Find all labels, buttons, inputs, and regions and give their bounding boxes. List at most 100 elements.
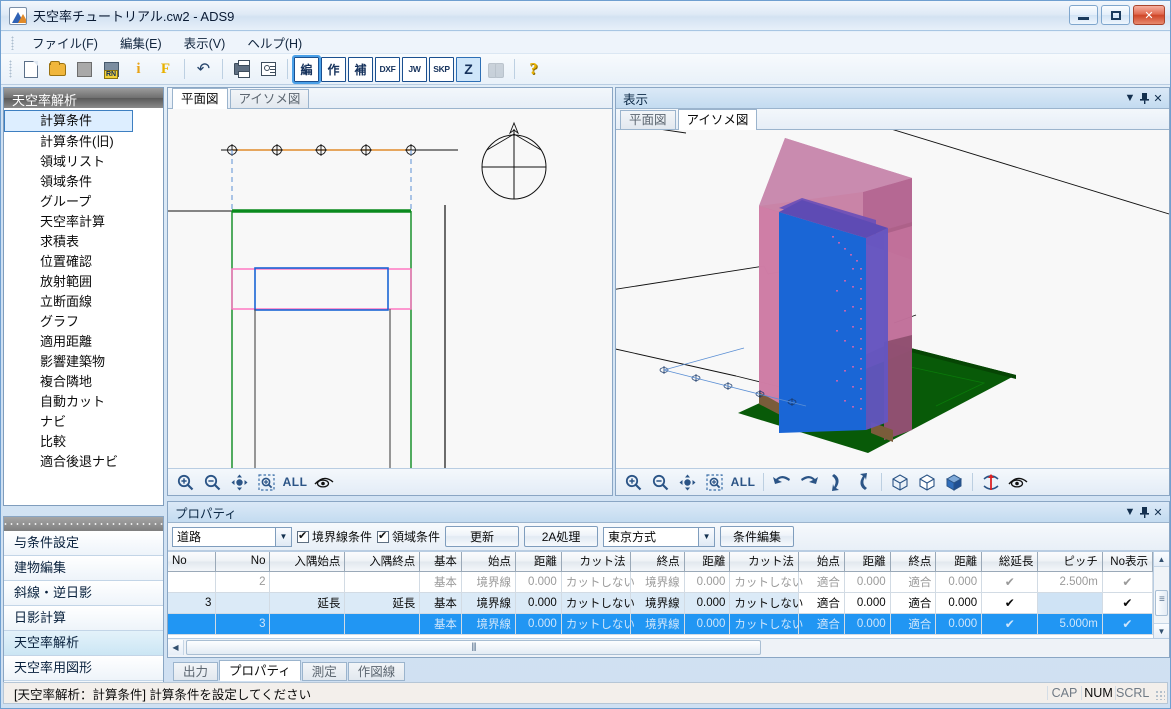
- cell[interactable]: 延長: [269, 592, 346, 614]
- col-cut-2[interactable]: カット法: [729, 552, 800, 572]
- close-button[interactable]: ✕: [1133, 5, 1165, 25]
- cell[interactable]: 5.000m: [1037, 613, 1103, 635]
- cell[interactable]: [215, 592, 271, 614]
- sidebar-item-radiation-range[interactable]: 放射範囲: [4, 272, 163, 292]
- pin-icon[interactable]: [1137, 504, 1151, 520]
- tab-plan-view[interactable]: 平面図: [172, 88, 228, 109]
- scroll-down-arrow[interactable]: ▼: [1154, 623, 1169, 638]
- cell[interactable]: カットしない: [729, 592, 803, 614]
- cell[interactable]: [344, 613, 421, 635]
- cell[interactable]: 適合: [890, 613, 937, 635]
- sidebar-item-position-check[interactable]: 位置確認: [4, 252, 163, 272]
- nav-item-slant-shadow[interactable]: 斜線・逆日影: [4, 581, 163, 606]
- menu-view[interactable]: 表示(V): [173, 31, 237, 54]
- process-2a-button[interactable]: 2A処理: [524, 526, 599, 547]
- zoom-in-icon[interactable]: [620, 470, 646, 494]
- pan-icon[interactable]: [226, 470, 252, 494]
- scroll-thumb[interactable]: [1155, 590, 1168, 616]
- mode-assist-button[interactable]: 補: [348, 56, 373, 82]
- col-dist-1[interactable]: 距離: [515, 552, 562, 572]
- hscroll-track[interactable]: [184, 639, 1169, 655]
- col-dist-3[interactable]: 距離: [844, 552, 891, 572]
- rotate-down-icon[interactable]: [823, 470, 849, 494]
- tab-output[interactable]: 出力: [173, 662, 219, 681]
- zoom-window-icon[interactable]: [253, 470, 279, 494]
- menu-help[interactable]: ヘルプ(H): [236, 31, 313, 54]
- cell[interactable]: 3: [168, 592, 217, 614]
- nav-item-building-edit[interactable]: 建物編集: [4, 556, 163, 581]
- scroll-up-arrow[interactable]: ▲: [1154, 552, 1169, 567]
- col-dist-2[interactable]: 距離: [684, 552, 731, 572]
- rotate-up-icon[interactable]: [850, 470, 876, 494]
- open-folder-icon[interactable]: [45, 57, 70, 82]
- menu-file[interactable]: ファイル(F): [21, 31, 109, 54]
- cell[interactable]: 基本: [419, 592, 462, 614]
- mode-create-button[interactable]: 作: [321, 56, 346, 82]
- cell[interactable]: [344, 571, 421, 593]
- sidebar-item-area-list[interactable]: 領域リスト: [4, 152, 163, 172]
- nav-item-given-conditions[interactable]: 与条件設定: [4, 531, 163, 556]
- cell[interactable]: 0.000: [684, 592, 731, 614]
- sidebar-item-sky-calc[interactable]: 天空率計算: [4, 212, 163, 232]
- col-start-1[interactable]: 始点: [461, 552, 517, 572]
- cell[interactable]: カットしない: [561, 613, 635, 635]
- col-inner-start[interactable]: 入隅始点: [269, 552, 346, 572]
- sidebar-item-compare[interactable]: 比較: [4, 432, 163, 452]
- col-pitch[interactable]: ピッチ: [1037, 552, 1103, 572]
- nav-item-sky-figure[interactable]: 天空率用図形: [4, 656, 163, 681]
- export-dxf-button[interactable]: DXF: [375, 56, 400, 82]
- nav-item-shadow-calc[interactable]: 日影計算: [4, 606, 163, 631]
- cell[interactable]: 0.000: [684, 571, 731, 593]
- cell[interactable]: カットしない: [561, 592, 635, 614]
- cell-total-length-check[interactable]: ✔: [981, 592, 1039, 614]
- cell[interactable]: 0.000: [935, 592, 983, 614]
- cell[interactable]: 2.500m: [1037, 571, 1103, 593]
- close-icon[interactable]: ✕: [1151, 504, 1165, 520]
- cell[interactable]: [168, 571, 217, 593]
- sidebar-item-section-line[interactable]: 立断面線: [4, 292, 163, 312]
- zoom-in-icon[interactable]: [172, 470, 198, 494]
- isometric-canvas[interactable]: [616, 130, 1169, 468]
- help-icon[interactable]: ?: [521, 57, 546, 82]
- col-basic[interactable]: 基本: [419, 552, 462, 572]
- cell[interactable]: 0.000: [844, 592, 891, 614]
- new-document-icon[interactable]: [18, 57, 43, 82]
- save-rename-icon[interactable]: [99, 57, 124, 82]
- col-start-2[interactable]: 始点: [798, 552, 845, 572]
- boundary-condition-checkbox[interactable]: 境界線条件: [297, 528, 372, 545]
- cell[interactable]: [269, 571, 346, 593]
- eye-view-icon[interactable]: [1005, 470, 1031, 494]
- axis-rotate-icon[interactable]: [978, 470, 1004, 494]
- tab-isometric-view[interactable]: アイソメ図: [229, 89, 310, 108]
- cell[interactable]: 境界線: [630, 592, 685, 614]
- sidebar-item-keisanjouken[interactable]: 計算条件: [4, 110, 133, 132]
- col-end-1[interactable]: 終点: [630, 552, 685, 572]
- table-vertical-scrollbar[interactable]: ▲ ▼: [1153, 552, 1169, 638]
- zoom-window-icon[interactable]: [701, 470, 727, 494]
- cell[interactable]: 適合: [798, 571, 845, 593]
- maximize-button[interactable]: [1101, 5, 1130, 25]
- resize-grip[interactable]: [1149, 684, 1167, 702]
- cell-no-display-check[interactable]: ✔: [1102, 592, 1154, 614]
- col-end-2[interactable]: 終点: [890, 552, 937, 572]
- cell-total-length-check[interactable]: ✔: [981, 613, 1039, 635]
- cell[interactable]: 2: [215, 571, 271, 593]
- cell-no-display-check[interactable]: ✔: [1102, 571, 1154, 593]
- sidebar-item-group[interactable]: グループ: [4, 192, 163, 212]
- cell[interactable]: [168, 613, 217, 635]
- cell[interactable]: 基本: [419, 613, 462, 635]
- print-preview-icon[interactable]: [256, 57, 281, 82]
- sidebar-item-graph[interactable]: グラフ: [4, 312, 163, 332]
- col-no-1[interactable]: No: [168, 552, 217, 572]
- plan-canvas[interactable]: [168, 109, 612, 468]
- col-no-2[interactable]: No: [215, 552, 271, 572]
- sidebar-item-auto-cut[interactable]: 自動カット: [4, 392, 163, 412]
- sidebar-item-affected-building[interactable]: 影響建築物: [4, 352, 163, 372]
- print-icon[interactable]: [229, 57, 254, 82]
- mode-edit-button[interactable]: 編: [292, 54, 321, 84]
- menu-edit[interactable]: 編集(E): [109, 31, 173, 54]
- table-row[interactable]: 3 基本 境界線 0.000 カットしない 境界線 0.000 カットしない 適…: [168, 613, 1154, 635]
- pan-icon[interactable]: [674, 470, 700, 494]
- cell[interactable]: 0.000: [935, 571, 983, 593]
- shaded-box-icon[interactable]: [941, 470, 967, 494]
